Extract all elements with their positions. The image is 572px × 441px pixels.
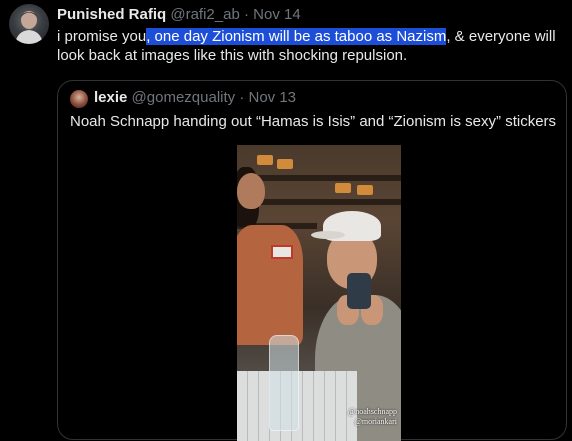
handle[interactable]: @rafi2_ab	[170, 6, 239, 23]
video-thumbnail[interactable]: @noahschnapp @moriankari	[237, 145, 401, 441]
sign	[277, 159, 293, 169]
quoted-display-name[interactable]: lexie	[94, 89, 127, 106]
person-left-head	[237, 173, 265, 209]
quoted-separator: ·	[239, 89, 245, 106]
sign	[335, 183, 351, 193]
quoted-timestamp[interactable]: Nov 13	[249, 89, 297, 106]
tweet-text-start: i promise you	[57, 28, 147, 45]
separator: ·	[243, 6, 249, 23]
quoted-tweet[interactable]: lexie @gomezquality · Nov 13 Noah Schnap…	[57, 80, 567, 441]
glass-carafe	[269, 335, 299, 431]
quoted-avatar[interactable]	[70, 90, 88, 108]
sign	[357, 185, 373, 195]
selected-text: , one day Zionism will be as taboo as Na…	[146, 28, 447, 45]
person-left-shirt	[237, 225, 303, 345]
sticker	[271, 245, 293, 259]
avatar-portrait-icon	[15, 11, 43, 44]
tweet-header: Punished Rafiq @rafi2_ab · Nov 14	[57, 6, 301, 24]
avatar[interactable]	[9, 4, 49, 44]
sign	[257, 155, 273, 165]
quoted-handle[interactable]: @gomezquality	[132, 89, 236, 106]
quoted-text: Noah Schnapp handing out “Hamas is Isis”…	[70, 113, 557, 130]
tweet-text: i promise you, one day Zionism will be a…	[57, 27, 563, 65]
cap-brim	[311, 231, 345, 239]
quoted-header: lexie @gomezquality · Nov 13	[94, 89, 296, 107]
display-name[interactable]: Punished Rafiq	[57, 6, 166, 23]
timestamp[interactable]: Nov 14	[253, 6, 301, 23]
phone	[347, 273, 371, 309]
watermark-line-2: @moriankari	[354, 417, 397, 426]
watermark-line-1: @noahschnapp	[347, 407, 397, 416]
